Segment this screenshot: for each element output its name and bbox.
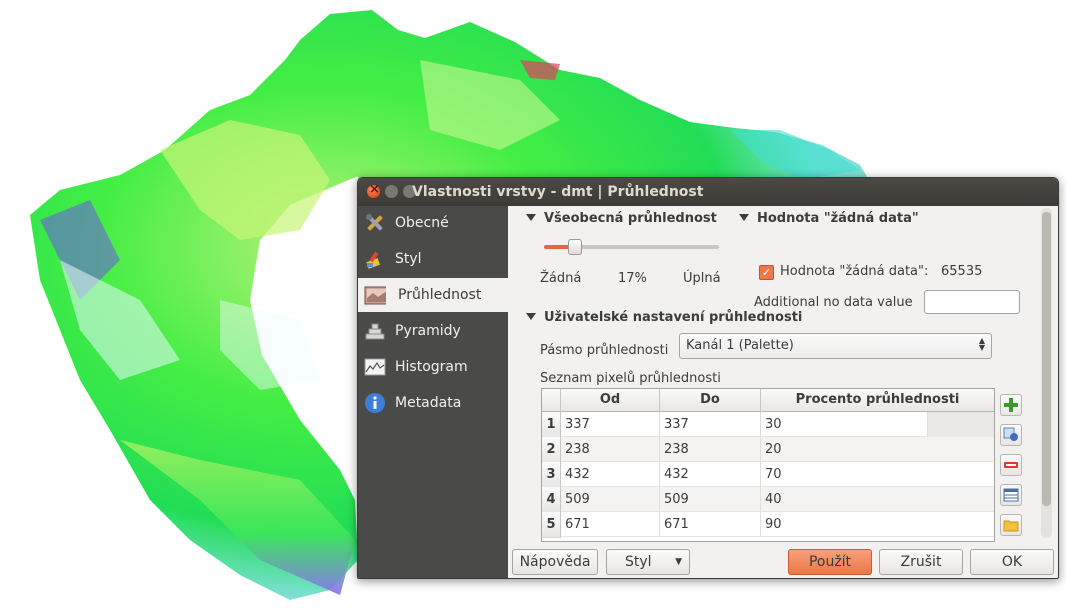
cell-to[interactable]: 432 — [660, 462, 761, 487]
sidebar-item-label: Průhlednost — [398, 287, 482, 303]
minimize-window-button[interactable] — [385, 185, 398, 198]
updown-arrow-icon: ▲ ▼ — [978, 336, 985, 352]
cell-to[interactable]: 337 — [660, 412, 761, 437]
default-values-button[interactable] — [1000, 484, 1022, 506]
sidebar-item-histogram[interactable]: Histogram — [358, 350, 508, 384]
cell-to[interactable]: 509 — [660, 487, 761, 512]
sidebar-item-style[interactable]: Styl — [358, 242, 508, 276]
row-selection-shade — [928, 412, 994, 437]
dropdown-arrow-icon: ▼ — [675, 557, 682, 567]
sidebar-item-label: Histogram — [395, 359, 468, 375]
cell-from[interactable]: 509 — [561, 487, 660, 512]
slider-min-label: Žádná — [540, 271, 582, 286]
layer-properties-dialog: Vlastnosti vrstvy - dmt | Průhlednost Ob… — [357, 177, 1059, 579]
row-number[interactable]: 5 — [542, 512, 561, 538]
cancel-button[interactable]: Zrušit — [879, 549, 963, 575]
column-header-to[interactable]: Do — [660, 389, 761, 412]
additional-nodata-input[interactable] — [924, 290, 1020, 314]
cell-to[interactable]: 671 — [660, 512, 761, 537]
slider-max-label: Úplná — [683, 271, 721, 286]
cell-percent[interactable]: 30 — [761, 412, 928, 437]
column-header-percent[interactable]: Procento průhlednosti — [761, 389, 994, 412]
global-transparency-header[interactable]: Všeobecná průhlednost — [526, 211, 717, 226]
additional-nodata-label: Additional no data value — [754, 295, 913, 310]
collapse-arrow-icon[interactable] — [526, 214, 536, 221]
remove-value-button[interactable] — [1000, 454, 1022, 476]
import-button[interactable] — [1000, 514, 1022, 536]
row-number[interactable]: 4 — [542, 487, 561, 513]
cell-from[interactable]: 432 — [561, 462, 660, 487]
sidebar-item-metadata[interactable]: Metadata — [358, 386, 508, 420]
content-scrollbar[interactable] — [1041, 208, 1052, 538]
style-button-label: Styl — [625, 554, 652, 570]
row-number[interactable]: 2 — [542, 437, 561, 463]
close-window-button[interactable] — [367, 182, 380, 198]
minus-icon — [1004, 462, 1018, 468]
cell-from[interactable]: 238 — [561, 437, 660, 462]
nodata-checkbox-label: Hodnota "žádná data": — [780, 264, 929, 279]
custom-transparency-header[interactable]: Uživatelské nastavení průhlednosti — [526, 310, 802, 325]
transparency-icon — [364, 286, 386, 305]
nodata-header[interactable]: Hodnota "žádná data" — [739, 211, 919, 226]
sidebar-item-general[interactable]: Obecné — [358, 206, 508, 240]
info-icon — [365, 393, 385, 413]
cell-to[interactable]: 238 — [660, 437, 761, 462]
folder-icon — [1003, 520, 1019, 532]
slider-value-label: 17% — [618, 271, 647, 286]
sidebar-item-label: Obecné — [395, 215, 449, 231]
collapse-arrow-icon[interactable] — [739, 214, 749, 221]
band-label: Pásmo průhlednosti — [540, 343, 669, 358]
row-number[interactable]: 3 — [542, 462, 561, 488]
window-title: Vlastnosti vrstvy - dmt | Průhlednost — [412, 184, 704, 200]
plus-icon — [1004, 398, 1018, 412]
cell-percent[interactable]: 20 — [761, 437, 994, 462]
title-bar[interactable]: Vlastnosti vrstvy - dmt | Průhlednost — [358, 178, 1058, 206]
table-corner — [542, 389, 561, 412]
apply-button[interactable]: Použít — [788, 549, 872, 575]
band-select-value: Kanál 1 (Palette) — [686, 338, 794, 353]
sidebar-item-pyramids[interactable]: Pyramidy — [358, 314, 508, 348]
pick-value-icon — [1003, 427, 1018, 441]
band-select[interactable]: Kanál 1 (Palette) ▲ ▼ — [679, 333, 992, 359]
nodata-checkbox[interactable]: ✓ — [759, 265, 774, 280]
ok-button[interactable]: OK — [970, 549, 1054, 575]
sidebar-item-label: Styl — [395, 251, 422, 267]
row-number[interactable]: 1 — [542, 412, 561, 438]
transparency-slider[interactable] — [544, 239, 719, 255]
sidebar: Obecné Styl Průhlednost Pyramidy Histogr… — [358, 206, 508, 578]
style-menu-button[interactable]: Styl ▼ — [606, 549, 690, 575]
scrollbar-thumb[interactable] — [1042, 212, 1051, 506]
pixel-list-label: Seznam pixelů průhlednosti — [540, 371, 721, 386]
cell-percent[interactable]: 40 — [761, 487, 994, 512]
help-button[interactable]: Nápověda — [512, 549, 598, 575]
nodata-value: 65535 — [941, 264, 983, 279]
add-value-button[interactable] — [1000, 394, 1022, 416]
table-icon — [1003, 488, 1019, 502]
histogram-icon — [364, 358, 386, 376]
pyramid-icon — [365, 323, 385, 340]
column-header-from[interactable]: Od — [561, 389, 660, 412]
add-from-display-button[interactable] — [1000, 424, 1022, 446]
cell-from[interactable]: 337 — [561, 412, 660, 437]
cell-from[interactable]: 671 — [561, 512, 660, 537]
tools-icon — [366, 214, 383, 231]
sidebar-item-label: Metadata — [395, 395, 462, 411]
sidebar-item-transparency[interactable]: Průhlednost — [358, 278, 508, 312]
transparency-pixel-table: Od Do Procento průhlednosti 1 337 337 30… — [541, 388, 995, 542]
paintbrush-icon — [366, 251, 381, 269]
slider-handle[interactable] — [567, 239, 582, 255]
cell-percent[interactable]: 70 — [761, 462, 994, 487]
sidebar-item-label: Pyramidy — [395, 323, 461, 339]
collapse-arrow-icon[interactable] — [526, 313, 536, 320]
cell-percent[interactable]: 90 — [761, 512, 994, 537]
